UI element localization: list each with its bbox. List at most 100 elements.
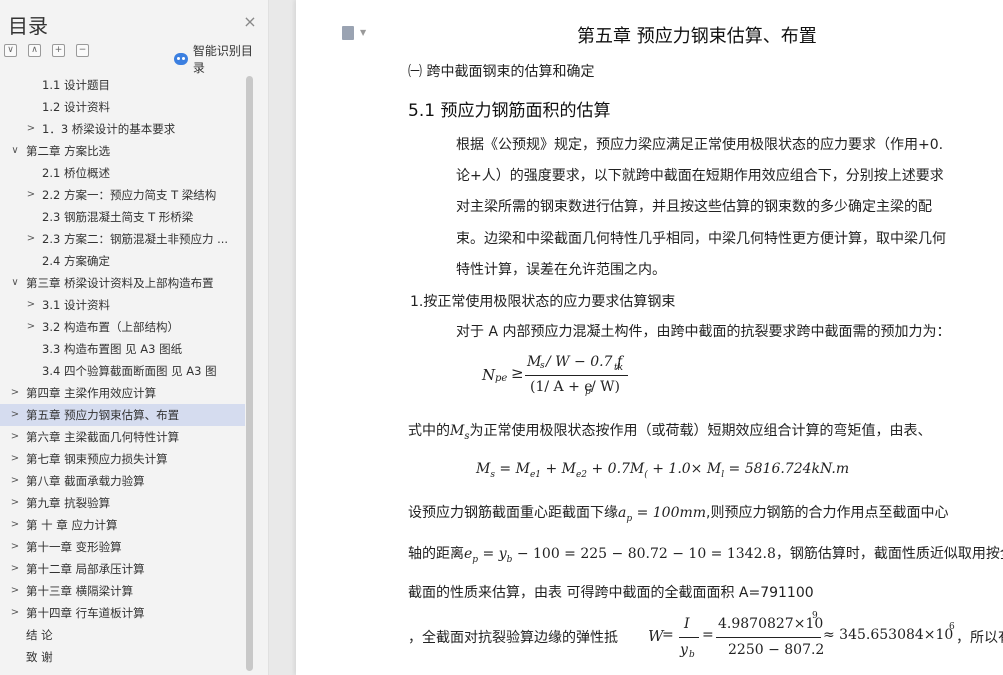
fraction-bar xyxy=(525,375,628,376)
toc-item-label: 2.3 钢筋混凝土简支 T 形桥梁 xyxy=(42,210,194,224)
toc-item[interactable]: > 第十二章 局部承压计算 xyxy=(0,558,245,580)
chevron-right-icon[interactable]: > xyxy=(10,382,20,404)
toc-item[interactable]: > 第十四章 行车道板计算 xyxy=(0,602,245,624)
chevron-right-icon[interactable]: > xyxy=(26,118,36,140)
toc-item[interactable]: > 第 十 章 应力计算 xyxy=(0,514,245,536)
toc-item[interactable]: > 第十一章 变形验算 xyxy=(0,536,245,558)
eq-value: ≈ 345.653084×10 xyxy=(823,627,954,643)
toc-title: 目录 xyxy=(8,14,48,38)
robot-icon xyxy=(174,53,188,65)
eq-subscript: p xyxy=(585,387,591,397)
toc-item-label: 致 谢 xyxy=(26,650,53,664)
toc-item-label: 第七章 钢束预应力损失计算 xyxy=(26,452,168,466)
eq-denominator: / W) xyxy=(591,379,621,395)
toc-item-label: 第六章 主梁截面几何特性计算 xyxy=(26,430,180,444)
chevron-right-icon[interactable]: > xyxy=(10,470,20,492)
chevron-down-icon[interactable]: ∨ xyxy=(10,272,20,294)
chevron-down-icon[interactable]: ∨ xyxy=(10,140,20,162)
text-run: ，全截面对抗裂验算边缘的弹性抵 xyxy=(408,630,618,646)
toc-item[interactable]: ∨ 第二章 方案比选 xyxy=(0,140,245,162)
eq-value: = 100mm xyxy=(632,505,707,521)
dropdown-arrow-icon[interactable]: ▼ xyxy=(360,28,366,37)
toc-item[interactable]: > 第四章 主梁作用效应计算 xyxy=(0,382,245,404)
eq-term: + 0.7M xyxy=(587,461,645,477)
expand-up-icon[interactable]: ∧ xyxy=(28,44,41,57)
toc-item[interactable]: 3.3 构造布置图 见 A3 图纸 xyxy=(0,338,245,360)
toc-scrollbar[interactable] xyxy=(246,76,253,671)
eq-numerator: I xyxy=(684,616,690,632)
document-icon[interactable] xyxy=(342,26,354,40)
toc-item-label: 第四章 主梁作用效应计算 xyxy=(26,386,157,400)
chevron-right-icon[interactable]: > xyxy=(10,492,20,514)
toc-item[interactable]: > 第九章 抗裂验算 xyxy=(0,492,245,514)
text-run: ,则预应力钢筋的合力作用点至截面中心 xyxy=(706,505,949,521)
toc-item-label: 第 十 章 应力计算 xyxy=(26,518,118,532)
toc-item[interactable]: > 第五章 预应力钢束估算、布置 xyxy=(0,404,245,426)
chevron-right-icon[interactable]: > xyxy=(10,426,20,448)
remove-heading-icon[interactable]: − xyxy=(76,44,89,57)
chevron-right-icon[interactable]: > xyxy=(26,184,36,206)
toc-item-label: 第二章 方案比选 xyxy=(26,144,111,158)
toc-item[interactable]: 致 谢 xyxy=(0,646,245,668)
chevron-right-icon[interactable]: > xyxy=(10,558,20,580)
eq-term: = y xyxy=(478,546,507,562)
eq-subscript: b xyxy=(506,555,513,565)
toc-item[interactable]: > 第八章 截面承载力验算 xyxy=(0,470,245,492)
eq-superscript: 6 xyxy=(949,622,955,632)
toc-item[interactable]: >2.2 方案一：预应力简支 T 梁结构 xyxy=(0,184,245,206)
toc-item[interactable]: 2.3 钢筋混凝土简支 T 形桥梁 xyxy=(0,206,245,228)
chevron-right-icon[interactable]: > xyxy=(10,602,20,624)
add-heading-icon[interactable]: + xyxy=(52,44,65,57)
toc-item[interactable]: 2.4 方案确定 xyxy=(0,250,245,272)
smart-recognize-label: 智能识别目录 xyxy=(192,44,253,75)
toc-item-label: 2.1 桥位概述 xyxy=(42,166,110,180)
toc-item[interactable]: ∨ 第三章 桥梁设计资料及上部构造布置 xyxy=(0,272,245,294)
paragraph-line: 特性计算，误差在允许范围之内。 xyxy=(456,262,666,278)
eq-var: M xyxy=(476,461,491,477)
eq-var: N xyxy=(482,366,496,384)
paragraph-line: 式中的Ms为正常使用极限状态按作用（或荷载）短期效应组合计算的弯矩值，由表、 xyxy=(408,420,931,442)
chevron-right-icon[interactable]: > xyxy=(10,448,20,470)
eq-subscript: s xyxy=(464,431,470,442)
toc-item-label: 1.1 设计题目 xyxy=(42,78,110,92)
toc-item[interactable]: > 第七章 钢束预应力损失计算 xyxy=(0,448,245,470)
toc-item-label: 2.2 方案一：预应力简支 T 梁结构 xyxy=(42,188,217,202)
toc-item[interactable]: >3.2 构造布置（上部结构） xyxy=(0,316,245,338)
paragraph-line: 对主梁所需的钢束数进行估算，并且按这些估算的钢束数的多少确定主梁的配 xyxy=(456,199,932,215)
toc-item[interactable]: 2.1 桥位概述 xyxy=(0,162,245,184)
toc-item[interactable]: > 第六章 主梁截面几何特性计算 xyxy=(0,426,245,448)
toc-item[interactable]: >1．3 桥梁设计的基本要求 xyxy=(0,118,245,140)
smart-recognize-toc-button[interactable]: 智能识别目录 xyxy=(174,42,264,76)
chevron-right-icon[interactable]: > xyxy=(10,536,20,558)
toc-item[interactable]: 结 论 xyxy=(0,624,245,646)
chevron-right-icon[interactable]: > xyxy=(10,514,20,536)
chevron-right-icon[interactable]: > xyxy=(10,580,20,602)
chevron-right-icon[interactable]: > xyxy=(26,228,36,250)
collapse-all-icon[interactable]: ∨ xyxy=(4,44,17,57)
toc-item-label: 第十三章 横隔梁计算 xyxy=(26,584,134,598)
close-icon[interactable]: × xyxy=(242,14,258,30)
eq-numerator: / W − 0.7 f xyxy=(546,354,623,370)
toc-item[interactable]: 3.4 四个验算截面断面图 见 A3 图 xyxy=(0,360,245,382)
toc-item-label: 第三章 桥梁设计资料及上部构造布置 xyxy=(26,276,214,290)
chevron-right-icon[interactable]: > xyxy=(26,294,36,316)
toc-item-label: 第十四章 行车道板计算 xyxy=(26,606,145,620)
toc-item[interactable]: 1.1 设计题目 xyxy=(0,74,245,96)
toc-item[interactable]: >3.1 设计资料 xyxy=(0,294,245,316)
toc-item[interactable]: >2.3 方案二：钢筋混凝土非预应力 ... xyxy=(0,228,245,250)
toc-sidebar: 目录 × ∨ ∧ + − 智能识别目录 1.1 设计题目 1.2 设计资料 >1．3… xyxy=(0,0,269,675)
toc-item-label: 3.4 四个验算截面断面图 见 A3 图 xyxy=(42,364,217,378)
eq-denominator: 2250 − 807.2 xyxy=(728,642,825,658)
toc-item[interactable]: > 第十三章 横隔梁计算 xyxy=(0,580,245,602)
toc-item-label: 3.2 构造布置（上部结构） xyxy=(42,320,179,334)
paragraph-line: 对于 A 内部预应力混凝土构件，由跨中截面的抗裂要求跨中截面需的预加力为： xyxy=(456,324,951,340)
toc-item[interactable]: 1.2 设计资料 xyxy=(0,96,245,118)
text-run: 设预应力钢筋截面重心距截面下缘 xyxy=(408,505,618,521)
paragraph-line: 束。边梁和中梁截面几何特性几乎相同，中梁几何特性更方便计算，取中梁几何 xyxy=(456,231,946,247)
equation-moment: Ms = Me1 + Me2 + 0.7M( + 1.0× Ml = 5816.… xyxy=(476,461,849,480)
chevron-right-icon[interactable]: > xyxy=(26,316,36,338)
toc-list: 1.1 设计题目 1.2 设计资料 >1．3 桥梁设计的基本要求 ∨ 第二章 方案比选 2… xyxy=(0,74,245,668)
paragraph-line: 设预应力钢筋截面重心距截面下缘ap = 100mm,则预应力钢筋的合力作用点至截… xyxy=(408,502,949,524)
eq-subscript: tk xyxy=(614,363,624,373)
chevron-right-icon[interactable]: > xyxy=(10,404,20,426)
